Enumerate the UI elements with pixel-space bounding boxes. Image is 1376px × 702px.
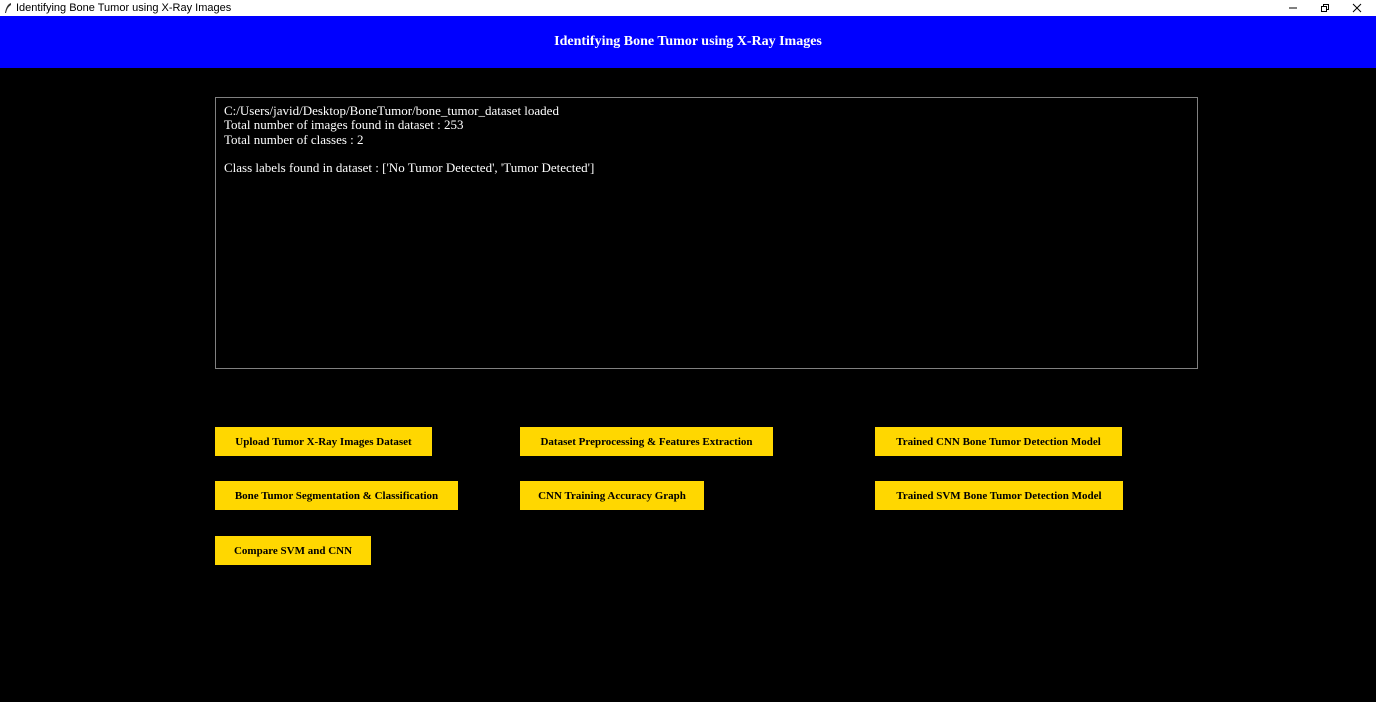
- svm-model-button[interactable]: Trained SVM Bone Tumor Detection Model: [875, 481, 1123, 510]
- compare-svm-cnn-button[interactable]: Compare SVM and CNN: [215, 536, 371, 565]
- cnn-model-button[interactable]: Trained CNN Bone Tumor Detection Model: [875, 427, 1122, 456]
- close-icon: [1352, 3, 1362, 13]
- cnn-accuracy-graph-button[interactable]: CNN Training Accuracy Graph: [520, 481, 704, 510]
- window-title-bar[interactable]: Identifying Bone Tumor using X-Ray Image…: [0, 0, 1376, 16]
- window-title: Identifying Bone Tumor using X-Ray Image…: [16, 2, 232, 14]
- output-line: Total number of classes : 2: [224, 132, 364, 147]
- feather-icon: [3, 2, 13, 14]
- app-window: Identifying Bone Tumor using X-Ray Image…: [0, 0, 1376, 702]
- preprocessing-button[interactable]: Dataset Preprocessing & Features Extract…: [520, 427, 773, 456]
- output-text-area[interactable]: C:/Users/javid/Desktop/BoneTumor/bone_tu…: [215, 97, 1198, 369]
- output-line: Class labels found in dataset : ['No Tum…: [224, 160, 595, 175]
- output-line: C:/Users/javid/Desktop/BoneTumor/bone_tu…: [224, 103, 559, 118]
- upload-dataset-button[interactable]: Upload Tumor X-Ray Images Dataset: [215, 427, 432, 456]
- output-line: Total number of images found in dataset …: [224, 117, 464, 132]
- page-title: Identifying Bone Tumor using X-Ray Image…: [554, 34, 822, 49]
- minimize-button[interactable]: [1277, 0, 1309, 16]
- segmentation-classification-button[interactable]: Bone Tumor Segmentation & Classification: [215, 481, 458, 510]
- restore-button[interactable]: [1309, 0, 1341, 16]
- restore-icon: [1320, 3, 1330, 13]
- header-banner: Identifying Bone Tumor using X-Ray Image…: [0, 16, 1376, 68]
- minimize-icon: [1288, 3, 1298, 13]
- close-button[interactable]: [1341, 0, 1373, 16]
